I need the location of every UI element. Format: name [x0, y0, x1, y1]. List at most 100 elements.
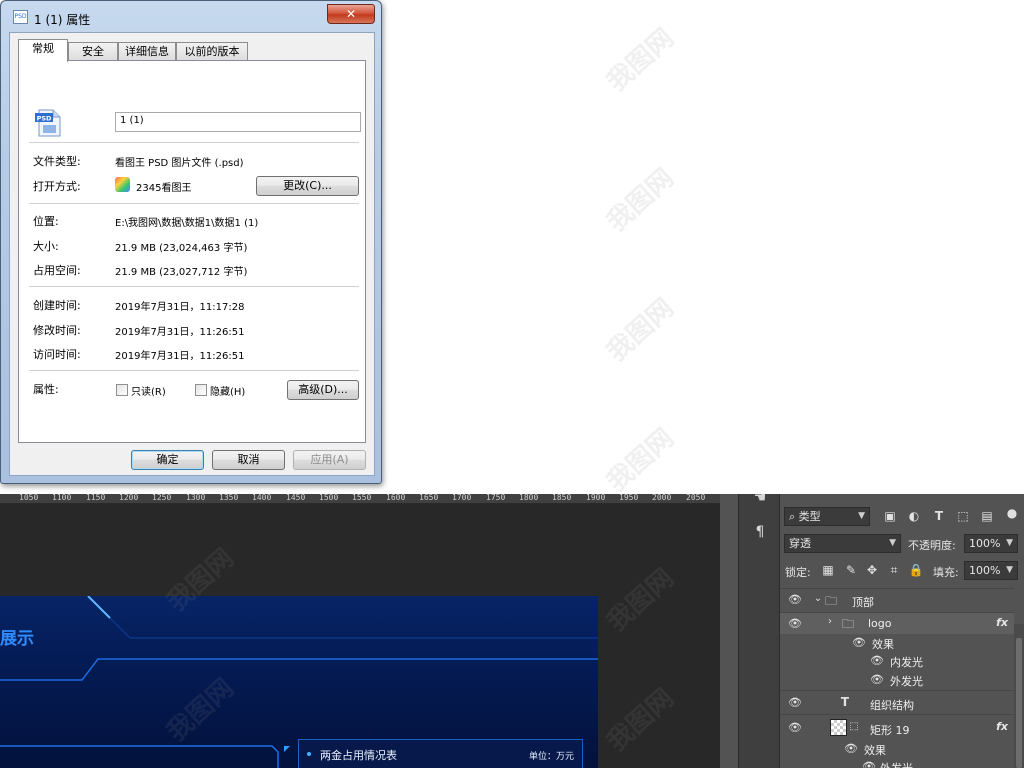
layer-filter-select[interactable]: ⌕ 类型 ▼ [784, 507, 870, 526]
tab-previous-versions[interactable]: 以前的版本 [176, 42, 248, 61]
chevron-right-icon[interactable]: › [822, 616, 838, 627]
ruler-tick: 1800 [519, 494, 539, 502]
effect-row[interactable]: 👁 内发光 [780, 652, 1014, 671]
effect-row[interactable]: 👁 效果 [780, 740, 1014, 758]
general-panel: PSD 1 (1) 文件类型: 看图王 PSD 图片文件 (.psd) 打开方式… [18, 60, 366, 443]
visibility-eye-icon[interactable]: 👁 [852, 636, 866, 649]
ok-button[interactable]: 确定 [131, 450, 204, 470]
panel-dock-strip: ☚ ¶ [738, 490, 780, 768]
hidden-label[interactable]: 隐藏(H) [210, 383, 245, 398]
paragraph-style-icon[interactable]: ¶ [749, 522, 771, 542]
effect-row[interactable]: 👁 外发光 [780, 758, 1014, 768]
tab-security[interactable]: 安全 [68, 42, 118, 61]
ruler-tick: 1300 [186, 494, 206, 502]
visibility-eye-icon[interactable]: 👁 [862, 760, 876, 768]
separator [29, 370, 359, 371]
lock-label: 锁定: [785, 566, 811, 579]
layer-name: 顶部 [852, 596, 874, 609]
fx-badge[interactable]: fx [996, 616, 1008, 629]
visibility-eye-icon[interactable]: 👁 [788, 721, 802, 734]
layer-filter-value: 类型 [798, 510, 821, 523]
effect-name: 效果 [864, 744, 886, 757]
layer-row[interactable]: 👁 T 组织结构 [780, 690, 1014, 714]
design-artboard: 展示 两金占用情况表 单位：万元 [0, 596, 598, 768]
document-canvas[interactable]: 展示 两金占用情况表 单位：万元 [0, 504, 720, 768]
readonly-label[interactable]: 只读(R) [131, 383, 166, 398]
type-value: 看图王 PSD 图片文件 (.psd) [115, 158, 244, 169]
smart-object-filter-icon[interactable]: ▤ [979, 509, 995, 523]
lock-move-icon[interactable]: ✥ [864, 563, 880, 577]
ruler-tick: 1500 [319, 494, 339, 502]
visibility-eye-icon[interactable]: 👁 [870, 654, 884, 667]
folder-icon: 🗀 [841, 617, 854, 631]
effect-name: 外发光 [880, 760, 913, 768]
lock-artboard-icon[interactable]: ⌗ [886, 563, 902, 578]
apply-button[interactable]: 应用(A) [293, 450, 366, 470]
advanced-button[interactable]: 高级(D)... [287, 380, 359, 400]
layer-row[interactable]: 👁 ⬚ 矩形 19 fx [780, 714, 1014, 740]
open-with-label: 打开方式: [33, 180, 81, 193]
fill-input[interactable]: 100% ▼ [964, 561, 1018, 580]
blend-mode-value: 穿透 [789, 537, 811, 550]
adjustment-filter-icon[interactable]: ◐ [906, 509, 922, 523]
visibility-eye-icon[interactable]: 👁 [788, 593, 802, 606]
horizontal-ruler: 1050 1100 1150 1200 1250 1300 1350 1400 … [0, 494, 720, 504]
ruler-tick: 1950 [619, 494, 639, 502]
visibility-eye-icon[interactable]: 👁 [788, 696, 802, 709]
effect-row[interactable]: 👁 效果 [780, 634, 1014, 652]
visibility-eye-icon[interactable]: 👁 [788, 617, 802, 630]
fx-badge[interactable]: fx [996, 720, 1008, 733]
open-with-value: 2345看图王 [136, 183, 192, 194]
modified-label: 修改时间: [33, 324, 81, 337]
hand-icon[interactable]: ☚ [749, 488, 771, 508]
card-unit: 单位：万元 [528, 752, 574, 762]
change-button[interactable]: 更改(C)... [256, 176, 359, 196]
lock-all-icon[interactable]: 🔒 [908, 563, 924, 577]
artboard-title: 展示 [0, 629, 34, 649]
location-value: E:\我图网\数据\数据1\数据1 (1) [115, 218, 259, 229]
visibility-eye-icon[interactable]: 👁 [844, 742, 858, 755]
accessed-value: 2019年7月31日，11:26:51 [115, 351, 245, 362]
type-filter-icon[interactable]: T [931, 509, 947, 523]
cancel-button[interactable]: 取消 [212, 450, 285, 470]
layer-row[interactable]: 👁 ⌄ 🗀 顶部 [780, 588, 1014, 612]
size-label: 大小: [33, 240, 59, 253]
ruler-tick: 1700 [452, 494, 472, 502]
separator [29, 142, 359, 143]
shape-filter-icon[interactable]: ⬚ [955, 509, 971, 523]
ruler-tick: 2050 [686, 494, 706, 502]
image-filter-icon[interactable]: ▣ [882, 509, 898, 523]
filter-toggle-icon[interactable]: ● [1004, 506, 1020, 520]
card-title: 两金占用情况表 [320, 749, 397, 762]
dialog-body: 常规 安全 详细信息 以前的版本 PSD 1 (1) 文件类型: 看图王 PSD… [9, 32, 375, 476]
text-layer-icon: T [840, 695, 850, 709]
ruler-tick: 1350 [219, 494, 239, 502]
tab-details[interactable]: 详细信息 [118, 42, 176, 61]
hidden-checkbox[interactable] [195, 384, 207, 396]
properties-dialog: PSD 1 (1) 属性 ✕ 常规 安全 详细信息 以前的版本 PSD 1 (1… [0, 0, 382, 484]
layer-thumbnail [830, 719, 847, 736]
layer-row[interactable]: 👁 › 🗀 logo fx [780, 612, 1014, 634]
tab-general[interactable]: 常规 [18, 39, 68, 62]
lock-transparent-icon[interactable]: ▦ [820, 563, 836, 577]
close-button[interactable]: ✕ [327, 4, 375, 24]
scrollbar-thumb[interactable] [1016, 638, 1022, 768]
ruler-tick: 1900 [586, 494, 606, 502]
opacity-input[interactable]: 100% ▼ [964, 534, 1018, 553]
visibility-eye-icon[interactable]: 👁 [870, 673, 884, 686]
size-value: 21.9 MB (23,024,463 字节) [115, 243, 248, 254]
effect-row[interactable]: 👁 外发光 [780, 671, 1014, 690]
readonly-checkbox[interactable] [116, 384, 128, 396]
blend-mode-select[interactable]: 穿透 ▼ [784, 534, 901, 553]
layer-name: logo [868, 617, 892, 630]
watermark: 我图网 [601, 293, 680, 368]
lock-brush-icon[interactable]: ✎ [843, 563, 859, 577]
location-label: 位置: [33, 215, 59, 228]
layers-scrollbar[interactable] [1014, 624, 1024, 768]
file-name-input[interactable]: 1 (1) [115, 112, 361, 132]
ruler-tick: 1250 [152, 494, 172, 502]
folder-icon: 🗀 [824, 594, 837, 608]
effect-name: 内发光 [890, 656, 923, 669]
chevron-down-icon: ▼ [1006, 565, 1013, 575]
ruler-tick: 1850 [552, 494, 572, 502]
